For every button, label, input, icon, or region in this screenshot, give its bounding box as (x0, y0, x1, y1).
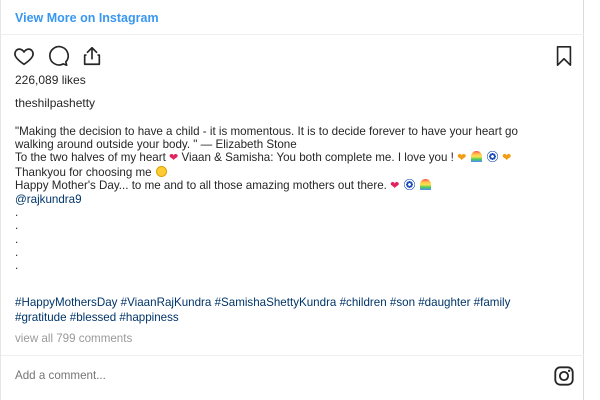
hashtags-line-1[interactable]: #HappyMothersDay #ViaanRajKundra #Samish… (15, 295, 571, 310)
heart-emoji-icon: ❤ (457, 152, 467, 165)
caption-text: To the two halves of my heart (15, 151, 166, 165)
caption-text: Thankyou for choosing me (15, 165, 152, 179)
caption-text: Viaan & Samisha: You both complete me. I… (181, 151, 454, 165)
instagram-icon[interactable] (553, 365, 575, 387)
view-more-on-instagram-link[interactable]: View More on Instagram (15, 11, 159, 25)
caption-line-2: walking around outside your body. " — El… (15, 138, 297, 152)
red-heart-emoji-icon: ❤ (390, 179, 400, 192)
caption-text: Happy Mother's Day... to me and to all t… (15, 178, 387, 192)
caption-dot: . (15, 245, 19, 259)
divider (1, 355, 585, 356)
view-all-comments-link[interactable]: view all 799 comments (15, 332, 132, 345)
heart-emoji-icon: ❤ (502, 152, 512, 165)
caption-dot: . (15, 232, 19, 246)
nazar-amulet-emoji-icon (486, 151, 498, 163)
bookmark-icon[interactable] (554, 45, 576, 67)
caption-line-1: "Making the decision to have a child - i… (15, 125, 518, 138)
hashtags-line-2[interactable]: #gratitude #blessed #happiness (15, 310, 571, 325)
instagram-embed-card: View More on Instagram 226,089 likes the… (0, 0, 585, 400)
action-bar (13, 45, 103, 67)
nazar-amulet-emoji-icon (403, 178, 415, 190)
post-caption: "Making the decision to have a child - i… (15, 125, 571, 272)
caption-dot: . (15, 259, 19, 273)
smiling-face-emoji-icon (155, 165, 167, 177)
caption-line-3: To the two halves of my heart ❤ Viaan & … (15, 151, 571, 165)
add-comment-input[interactable] (15, 369, 415, 382)
hashtags[interactable]: #HappyMothersDay #ViaanRajKundra #Samish… (15, 295, 571, 325)
speech-bubble-icon[interactable] (47, 45, 69, 67)
caption-line-4: Thankyou for choosing me (15, 165, 571, 179)
scrollbar[interactable] (584, 0, 600, 400)
caption-line-5: Happy Mother's Day... to me and to all t… (15, 178, 571, 193)
divider (1, 34, 585, 35)
red-heart-emoji-icon: ❤ (169, 152, 179, 165)
rainbow-emoji-icon (419, 178, 431, 190)
caption-dot: . (15, 206, 19, 220)
rainbow-emoji-icon (470, 151, 482, 163)
heart-outline-icon[interactable] (13, 45, 35, 67)
share-icon[interactable] (81, 45, 103, 67)
mention-link[interactable]: @rajkundra9 (15, 193, 571, 206)
post-username[interactable]: theshilpashetty (15, 96, 95, 110)
caption-dot: . (15, 219, 19, 233)
likes-count[interactable]: 226,089 likes (15, 73, 86, 87)
